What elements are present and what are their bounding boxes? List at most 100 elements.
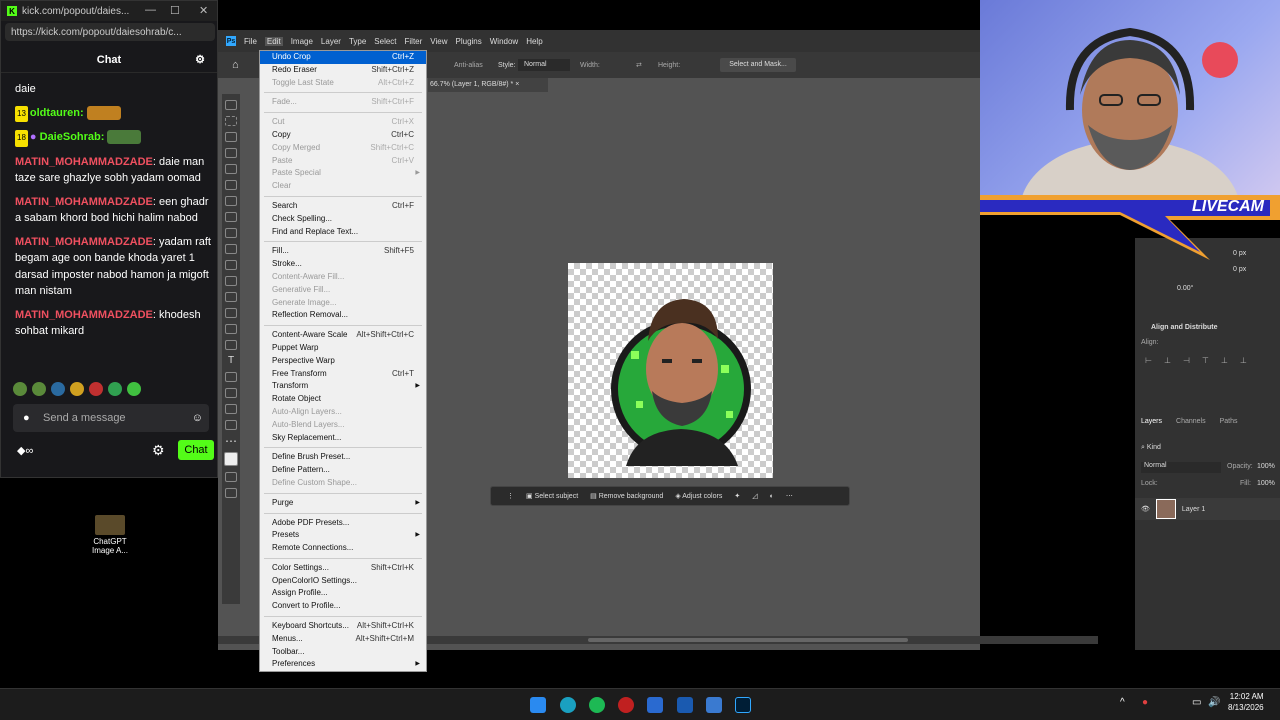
menu-file[interactable]: File <box>244 37 257 46</box>
edit-menu-item[interactable]: Color Settings... Shift+Ctrl+K <box>260 562 426 575</box>
edit-menu-item[interactable]: Assign Profile... <box>260 587 426 600</box>
y-offset-value[interactable]: 0 px <box>1233 266 1246 273</box>
remove-background-button[interactable]: ▤ Remove background <box>590 492 663 500</box>
edit-menu-item[interactable]: Perspective Warp <box>260 355 426 368</box>
edit-menu-item[interactable]: Puppet Warp <box>260 342 426 355</box>
layer-name[interactable]: Layer 1 <box>1182 506 1205 513</box>
tab-close-icon[interactable]: × <box>515 81 519 88</box>
maximize-icon[interactable]: ☐ <box>170 4 180 17</box>
edit-menu-item[interactable]: OpenColorIO Settings... <box>260 575 426 588</box>
edit-menu-item[interactable]: Transform ▶ <box>260 380 426 393</box>
edit-menu-item[interactable]: Adobe PDF Presets... <box>260 517 426 530</box>
message-username[interactable]: MATIN_MOHAMMADZADE <box>15 196 153 208</box>
document-tab[interactable]: 66.7% (Layer 1, RGB/8#) * × <box>428 78 548 92</box>
eraser-tool-icon[interactable] <box>225 276 237 286</box>
network-icon[interactable]: ▭ <box>1192 697 1201 708</box>
edit-menu-item[interactable]: Find and Replace Text... <box>260 226 426 239</box>
hand-tool-icon[interactable] <box>225 404 237 414</box>
menu-select[interactable]: Select <box>374 37 396 46</box>
menu-view[interactable]: View <box>430 37 447 46</box>
edit-menu-item[interactable]: Purge ▶ <box>260 497 426 510</box>
antialias-checkbox[interactable]: Anti-alias <box>454 62 483 69</box>
edit-menu-item[interactable]: Reflection Removal... <box>260 309 426 322</box>
pen-tool-icon[interactable] <box>225 340 237 350</box>
minimize-icon[interactable]: — <box>145 4 156 16</box>
edit-menu-item[interactable]: Presets ▶ <box>260 529 426 542</box>
edit-menu-item[interactable]: Keyboard Shortcuts... Alt+Shift+Ctrl+K <box>260 620 426 633</box>
rectangle-tool-icon[interactable] <box>225 388 237 398</box>
edit-menu-item[interactable]: Toolbar... <box>260 646 426 659</box>
edit-menu-item[interactable]: Search Ctrl+F <box>260 200 426 213</box>
magic-wand-tool-icon[interactable] <box>225 148 237 158</box>
screen-mode-icon[interactable] <box>225 488 237 498</box>
chat-send-button[interactable]: Chat <box>178 440 214 460</box>
kick-points-icon[interactable]: ◆∞ <box>17 444 33 457</box>
emoji-icon[interactable]: ☺ <box>192 412 203 424</box>
app-icon[interactable] <box>706 697 722 713</box>
chrome-icon[interactable] <box>618 697 634 713</box>
opacity-value[interactable]: 100% <box>1257 463 1275 470</box>
healing-tool-icon[interactable] <box>225 212 237 222</box>
edit-menu-item[interactable]: Fill... Shift+F5 <box>260 245 426 258</box>
chat-message-input[interactable]: ● Send a message ☺ <box>13 404 209 432</box>
tab-paths[interactable]: Paths <box>1220 418 1238 432</box>
align-bottom-icon[interactable]: ⊥ <box>1240 356 1247 366</box>
desktop-shortcut[interactable]: ChatGPT Image A... <box>90 515 130 555</box>
camera-app-icon[interactable] <box>647 697 663 713</box>
more-options-icon[interactable]: ⋯ <box>786 492 793 500</box>
gradient-tool-icon[interactable] <box>225 292 237 302</box>
edit-menu-item[interactable]: Define Pattern... <box>260 464 426 477</box>
start-button-icon[interactable] <box>530 697 546 713</box>
swap-icon[interactable]: ⇄ <box>636 61 642 69</box>
lasso-tool-icon[interactable] <box>225 132 237 142</box>
dodge-tool-icon[interactable] <box>225 324 237 334</box>
eyedropper-tool-icon[interactable] <box>225 196 237 206</box>
message-username[interactable]: oldtauren: <box>30 107 84 119</box>
tab-layers[interactable]: Layers <box>1141 418 1162 432</box>
emote-icon[interactable] <box>32 382 46 396</box>
edit-menu-item[interactable]: Rotate Object <box>260 393 426 406</box>
home-icon[interactable]: ⌂ <box>232 59 239 71</box>
fill-value[interactable]: 100% <box>1257 480 1275 487</box>
brush-tool-icon[interactable] <box>225 228 237 238</box>
edit-menu-item[interactable]: Preferences ▶ <box>260 658 426 671</box>
blend-mode-select[interactable]: Normal <box>1141 462 1221 473</box>
message-username[interactable]: MATIN_MOHAMMADZADE <box>15 309 153 321</box>
tab-channels[interactable]: Channels <box>1176 418 1206 432</box>
frame-tool-icon[interactable] <box>225 180 237 190</box>
edit-menu-item[interactable]: Convert to Profile... <box>260 600 426 613</box>
tray-clock[interactable]: 12:02 AM 8/13/2026 <box>1228 691 1264 713</box>
message-username[interactable]: DaieSohrab: <box>40 131 105 143</box>
photoshop-taskbar-icon[interactable] <box>735 697 751 713</box>
align-middle-icon[interactable]: ⊥ <box>1221 356 1228 366</box>
more-tools-icon[interactable]: ⋯ <box>225 435 237 447</box>
chat-settings-gear-icon[interactable]: ⚙ <box>152 442 165 459</box>
emote-icon[interactable] <box>51 382 65 396</box>
menu-help[interactable]: Help <box>526 37 542 46</box>
microphone-icon[interactable]: ● <box>1142 697 1148 708</box>
visibility-eye-icon[interactable]: 👁 <box>1141 505 1150 513</box>
layer-row[interactable]: 👁 Layer 1 <box>1135 498 1280 520</box>
mask-icon[interactable]: ◐ <box>770 493 774 500</box>
quick-mask-icon[interactable] <box>225 472 237 482</box>
edit-menu-item[interactable]: Stroke... <box>260 258 426 271</box>
menu-plugins[interactable]: Plugins <box>456 37 482 46</box>
message-username[interactable]: MATIN_MOHAMMADZADE <box>15 236 153 248</box>
edit-menu-item[interactable]: Remote Connections... <box>260 542 426 555</box>
drag-handle-icon[interactable]: ⋮ <box>507 492 514 500</box>
menu-edit[interactable]: Edit <box>264 36 283 46</box>
edge-browser-icon[interactable] <box>560 697 576 713</box>
store-icon[interactable] <box>677 697 693 713</box>
edit-menu-item[interactable]: Copy Ctrl+C <box>260 129 426 142</box>
edit-menu-item[interactable]: Menus... Alt+Shift+Ctrl+M <box>260 633 426 646</box>
edit-menu-item[interactable]: Content-Aware Scale Alt+Shift+Ctrl+C <box>260 329 426 342</box>
close-icon[interactable]: ✕ <box>199 4 208 17</box>
align-center-icon[interactable]: ⊥ <box>1164 356 1171 366</box>
scrollbar-thumb[interactable] <box>588 638 908 642</box>
color-swatch-icon[interactable] <box>224 452 238 466</box>
emote-icon[interactable] <box>89 382 103 396</box>
marquee-tool-icon[interactable] <box>225 116 237 126</box>
document-canvas[interactable] <box>568 263 773 478</box>
edit-menu-item[interactable]: Undo Crop Ctrl+Z <box>260 51 426 64</box>
type-tool-icon[interactable]: T <box>225 356 237 366</box>
